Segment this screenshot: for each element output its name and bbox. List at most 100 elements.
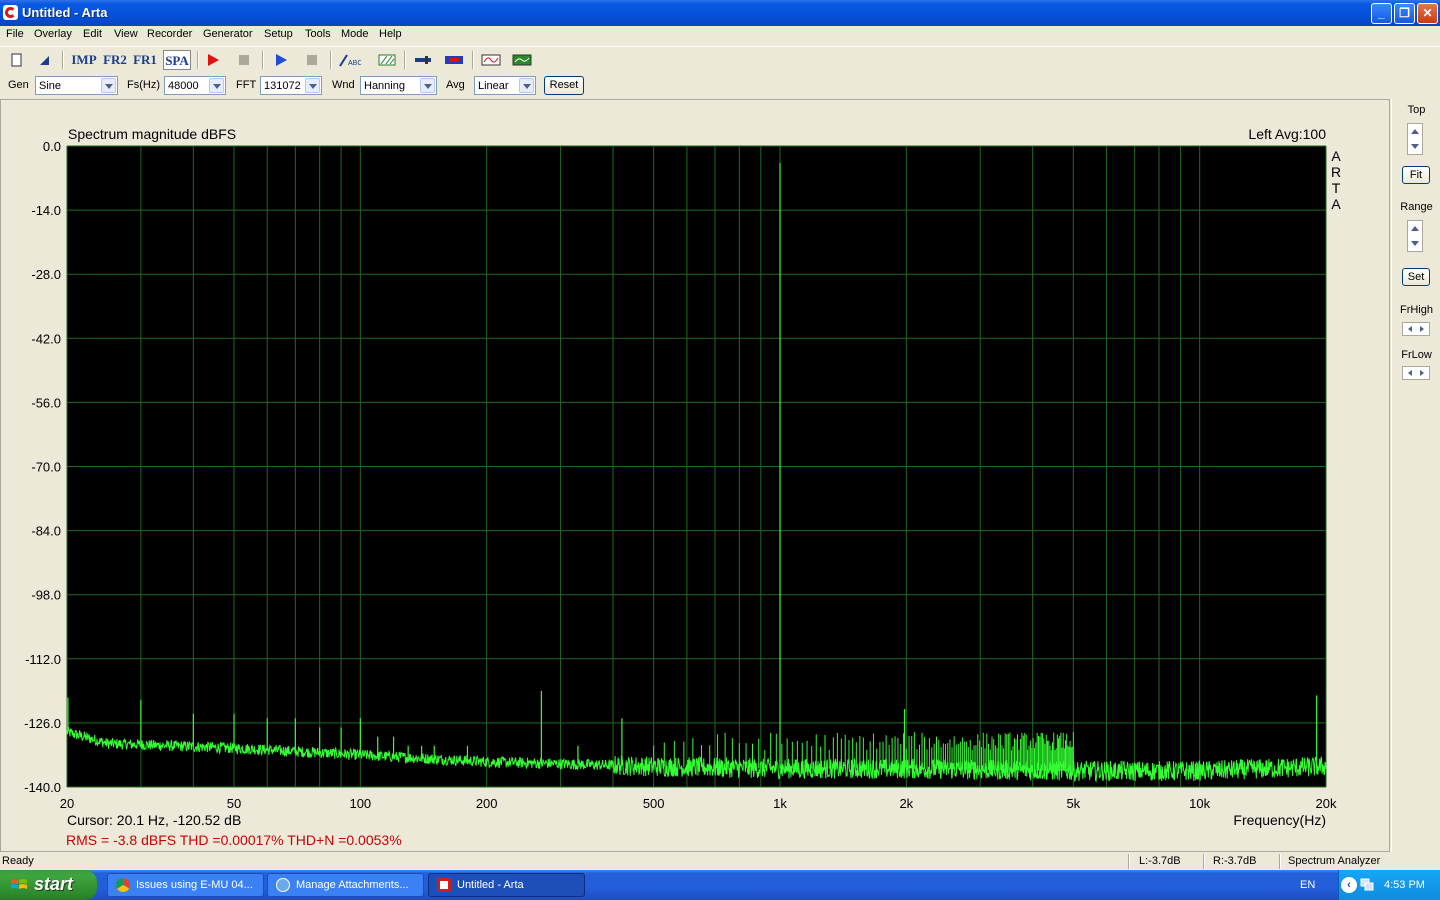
task-label: Manage Attachments...	[296, 879, 409, 891]
grid-icon[interactable]	[378, 53, 396, 67]
spectrum-view-icon[interactable]	[512, 53, 532, 67]
record-play-icon[interactable]	[205, 53, 221, 67]
chevron-down-icon[interactable]	[420, 78, 435, 93]
chevron-down-icon[interactable]	[519, 78, 534, 93]
show-hidden-icons-icon[interactable]: ‹	[1341, 877, 1357, 893]
start-label: start	[34, 874, 74, 894]
down-arrow-icon[interactable]	[1411, 144, 1419, 149]
fft-size-select[interactable]: 131072	[260, 76, 322, 95]
set-button[interactable]: Set	[1402, 268, 1430, 286]
sample-rate-select[interactable]: 48000	[164, 76, 226, 95]
wnd-label: Wnd	[332, 79, 355, 91]
reset-button[interactable]: Reset	[544, 76, 584, 95]
x-tick-label: 100	[349, 796, 371, 811]
frlow-label: FrLow	[1401, 349, 1432, 361]
side-letter: A	[1331, 196, 1341, 212]
y-tick-label: -126.0	[24, 716, 61, 731]
generator-value: Sine	[39, 80, 62, 92]
chevron-down-icon[interactable]	[209, 78, 224, 93]
abc-label-icon[interactable]: ABC	[339, 53, 361, 67]
restore-button[interactable]: ❐	[1394, 3, 1415, 24]
web-page-icon	[276, 878, 290, 892]
imp-mode-button[interactable]: IMP	[70, 50, 98, 70]
open-file-icon[interactable]	[37, 53, 53, 67]
spa-mode-button[interactable]: SPA	[163, 50, 191, 70]
left-arrow-icon[interactable]	[1408, 326, 1412, 332]
measurement-readout: RMS = -3.8 dBFS THD =0.00017% THD+N =0.0…	[66, 832, 402, 848]
menu-overlay[interactable]: Overlay	[34, 28, 72, 40]
start-button[interactable]: start	[0, 870, 97, 900]
right-panel: Top Fit Range Set FrHigh FrLow	[1391, 99, 1440, 852]
frhigh-spinner[interactable]	[1402, 322, 1430, 336]
menu-file[interactable]: File	[6, 28, 24, 40]
right-arrow-icon[interactable]	[1420, 370, 1424, 376]
top-spinner[interactable]	[1407, 123, 1423, 155]
toolbar-separator	[197, 51, 199, 69]
gen-label: Gen	[8, 79, 29, 91]
top-label: Top	[1407, 104, 1426, 116]
menu-setup[interactable]: Setup	[264, 28, 293, 40]
stop-icon[interactable]	[236, 53, 252, 67]
avg-label: Avg	[446, 79, 465, 91]
generator-select[interactable]: Sine	[35, 76, 118, 95]
y-axis-ticks: 0.0 -14.0 -28.0 -42.0 -56.0 -70.0 -84.0 -98.0 -1…	[24, 139, 61, 795]
window-title: Untitled - Arta	[22, 5, 108, 20]
new-file-icon[interactable]	[9, 53, 25, 67]
windows-logo-icon	[11, 879, 27, 889]
chevron-down-icon[interactable]	[305, 78, 320, 93]
cursor-icon[interactable]	[414, 53, 432, 67]
right-arrow-icon[interactable]	[1420, 326, 1424, 332]
left-arrow-icon[interactable]	[1408, 370, 1412, 376]
status-separator	[1279, 854, 1281, 869]
status-separator	[1128, 854, 1130, 869]
spectrum-plot[interactable]: Spectrum magnitude dBFS Left Avg:100 A R…	[0, 99, 1390, 852]
down-arrow-icon[interactable]	[1411, 241, 1419, 246]
scope-icon[interactable]	[481, 53, 501, 67]
generator-play-icon[interactable]	[273, 53, 289, 67]
taskbar-item-attachments[interactable]: Manage Attachments...	[267, 873, 424, 897]
network-icon[interactable]	[1360, 878, 1374, 891]
fit-button[interactable]: Fit	[1402, 166, 1430, 184]
status-ready: Ready	[2, 855, 34, 867]
menu-tools[interactable]: Tools	[305, 28, 331, 40]
side-letter: T	[1332, 180, 1341, 196]
chevron-down-icon[interactable]	[101, 78, 116, 93]
language-indicator[interactable]: EN	[1300, 879, 1315, 891]
menu-help[interactable]: Help	[379, 28, 402, 40]
menu-edit[interactable]: Edit	[83, 28, 102, 40]
minimize-button[interactable]: _	[1371, 3, 1392, 24]
menu-view[interactable]: View	[114, 28, 138, 40]
taskbar-item-arta[interactable]: Untitled - Arta	[428, 873, 585, 897]
close-button[interactable]: ✕	[1417, 3, 1438, 24]
window-select[interactable]: Hanning	[360, 76, 437, 95]
range-spinner[interactable]	[1407, 220, 1423, 252]
colors-icon[interactable]	[444, 53, 464, 67]
y-tick-label: 0.0	[43, 139, 61, 154]
status-bar: Ready L:-3.7dB R:-3.7dB Spectrum Analyze…	[0, 853, 1440, 870]
cursor-readout: Cursor: 20.1 Hz, -120.52 dB	[67, 812, 241, 828]
fr1-mode-button[interactable]: FR1	[132, 50, 158, 70]
x-tick-label: 10k	[1189, 796, 1210, 811]
fr2-mode-button[interactable]: FR2	[102, 50, 128, 70]
generator-stop-icon[interactable]	[304, 53, 320, 67]
menu-mode[interactable]: Mode	[341, 28, 369, 40]
x-axis-label: Frequency(Hz)	[1233, 812, 1326, 828]
up-arrow-icon[interactable]	[1411, 129, 1419, 134]
y-tick-label: -70.0	[31, 460, 61, 475]
averaging-select[interactable]: Linear	[474, 76, 536, 95]
frlow-spinner[interactable]	[1402, 366, 1430, 380]
task-label: Untitled - Arta	[457, 879, 524, 891]
taskbar-item-browser[interactable]: Issues using E-MU 04...	[107, 873, 264, 897]
menu-generator[interactable]: Generator	[203, 28, 253, 40]
title-bar: Untitled - Arta _ ❐ ✕	[0, 0, 1440, 26]
arta-app-icon[interactable]	[3, 5, 18, 20]
toolbar: IMP FR2 FR1 SPA ABC	[0, 46, 1440, 72]
channel-info: Left Avg:100	[1248, 126, 1326, 142]
toolbar-separator	[404, 51, 406, 69]
side-letter: R	[1331, 164, 1341, 180]
x-tick-label: 2k	[899, 796, 913, 811]
window-value: Hanning	[364, 80, 405, 92]
y-tick-label: -28.0	[31, 267, 61, 282]
up-arrow-icon[interactable]	[1411, 226, 1419, 231]
menu-recorder[interactable]: Recorder	[147, 28, 192, 40]
